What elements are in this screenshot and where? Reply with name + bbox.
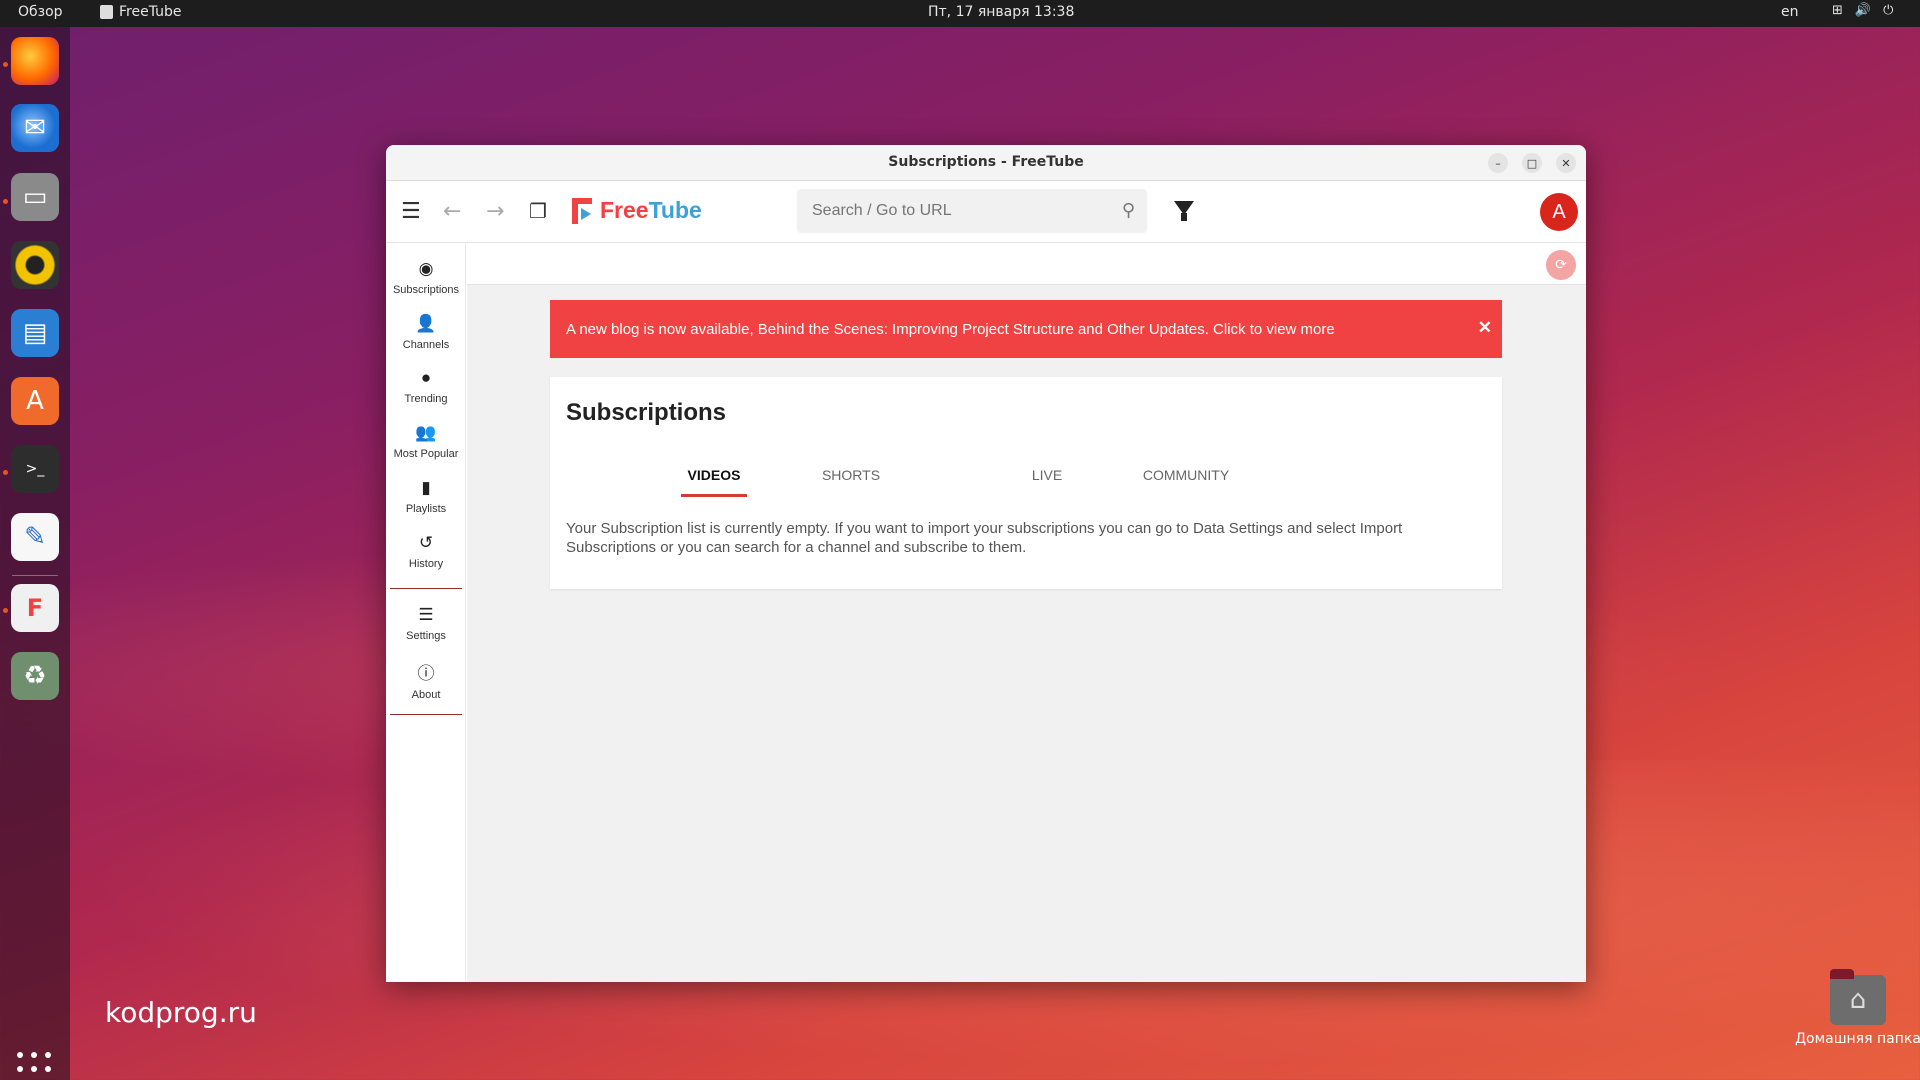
maximize-icon[interactable]: □	[1522, 153, 1542, 173]
text-editor-icon[interactable]: ✎	[11, 513, 59, 561]
sidebar-item-history[interactable]: ↺ History	[386, 533, 466, 570]
menu-hamburger-icon[interactable]: ☰	[401, 199, 421, 224]
page-title: Subscriptions	[566, 399, 727, 426]
profile-avatar[interactable]: A	[1540, 193, 1578, 231]
firefox-icon[interactable]	[11, 37, 59, 85]
sidebar-item-channels[interactable]: 👤 Channels	[386, 314, 466, 351]
sidebar-item-label: Settings	[406, 630, 446, 642]
sidebar-item-playlists[interactable]: ▮ Playlists	[386, 478, 466, 515]
window-title: Subscriptions - FreeTube	[888, 154, 1084, 170]
new-window-icon[interactable]: ❐	[529, 199, 547, 223]
writer-icon[interactable]: ▤	[11, 309, 59, 357]
dock: ✉ ▭ ▤ A >_ ✎ F ♻	[0, 27, 70, 1080]
home-folder-icon: ⌂	[1830, 969, 1886, 1025]
sidebar-item-about[interactable]: ⓘ About	[386, 659, 466, 701]
rss-icon: ◉	[418, 259, 434, 278]
app-center-icon[interactable]: A	[11, 377, 59, 425]
logo-tube-text: Tube	[648, 197, 702, 223]
power-icon: ⏻	[1883, 3, 1894, 18]
volume-icon: 🔊	[1854, 3, 1872, 18]
terminal-icon[interactable]: >_	[11, 445, 59, 493]
minimize-icon[interactable]: –	[1488, 153, 1508, 173]
window-titlebar[interactable]: Subscriptions - FreeTube – □ ✕	[386, 145, 1586, 181]
rhythmbox-icon[interactable]	[11, 241, 59, 289]
bookmark-icon: ▮	[421, 478, 431, 497]
fire-icon: ●	[420, 368, 432, 387]
sidebar-item-label: Subscriptions	[392, 284, 460, 296]
watermark-text: kodprog.ru	[105, 996, 257, 1029]
system-top-bar: Обзор FreeTube Пт, 17 января 13:38 en ⊞ …	[0, 0, 1920, 27]
forward-arrow-icon[interactable]: →	[486, 199, 504, 224]
network-icon: ⊞	[1832, 3, 1843, 18]
logo-free-text: Free	[600, 197, 649, 223]
history-icon: ↺	[418, 533, 434, 552]
sidebar-item-most-popular[interactable]: 👥 Most Popular	[386, 423, 466, 460]
tab-shorts[interactable]: SHORTS	[813, 457, 889, 497]
sidebar-divider	[390, 588, 462, 589]
users-icon: 👥	[415, 423, 437, 442]
close-banner-icon[interactable]: ✕	[1478, 318, 1492, 338]
search-box: ⚲	[797, 189, 1147, 233]
app-header: ☰ ← → ❐ FreeTube ⚲ A	[386, 181, 1586, 243]
freetube-logo-icon	[572, 197, 594, 224]
user-check-icon: 👤	[415, 314, 437, 333]
freetube-logo[interactable]: FreeTube	[572, 197, 702, 224]
search-icon[interactable]: ⚲	[1122, 200, 1135, 221]
sidebar-item-label: About	[411, 689, 441, 701]
clock[interactable]: Пт, 17 января 13:38	[928, 4, 1074, 20]
main-content: ⟳ A new blog is now available, Behind th…	[467, 243, 1586, 982]
freetube-dock-icon[interactable]: F	[11, 584, 59, 632]
system-tray[interactable]: ⊞ 🔊 ⏻	[1832, 3, 1893, 18]
active-app-name: FreeTube	[119, 4, 182, 20]
sidebar-item-subscriptions[interactable]: ◉ Subscriptions	[386, 259, 466, 296]
active-app-menu[interactable]: FreeTube	[100, 4, 182, 20]
activities-button[interactable]: Обзор	[18, 4, 63, 20]
empty-subscriptions-message: Your Subscription list is currently empt…	[566, 520, 1403, 556]
refresh-strip: ⟳	[467, 243, 1586, 285]
sidebar-item-label: Channels	[402, 339, 450, 351]
info-icon: ⓘ	[417, 664, 435, 683]
tab-videos[interactable]: VIDEOS	[681, 457, 747, 497]
freetube-app-icon	[100, 5, 113, 19]
sidebar-item-settings[interactable]: ☰ Settings	[386, 605, 466, 642]
sidebar-item-trending[interactable]: ● Trending	[386, 368, 466, 405]
tab-live[interactable]: LIVE	[1017, 457, 1077, 497]
close-window-icon[interactable]: ✕	[1556, 153, 1576, 173]
search-input[interactable]	[797, 189, 1097, 233]
trash-icon[interactable]: ♻	[11, 652, 59, 700]
thunderbird-icon[interactable]: ✉	[11, 104, 59, 152]
subscriptions-card: Subscriptions VIDEOS SHORTS LIVE COMMUNI…	[550, 377, 1502, 589]
side-navigation: ◉ Subscriptions 👤 Channels ● Trending 👥 …	[386, 243, 466, 982]
sidebar-divider	[390, 714, 462, 715]
sidebar-item-label: Trending	[404, 393, 448, 405]
banner-text: A new blog is now available, Behind the …	[566, 320, 1335, 338]
home-folder-desktop-icon[interactable]: ⌂ Домашняя папка	[1788, 969, 1920, 1047]
files-icon[interactable]: ▭	[11, 173, 59, 221]
filter-icon[interactable]	[1174, 201, 1194, 221]
home-folder-label: Домашняя папка	[1795, 1031, 1920, 1047]
sidebar-item-label: Playlists	[405, 503, 447, 515]
blog-banner[interactable]: A new blog is now available, Behind the …	[550, 300, 1502, 358]
freetube-window: Subscriptions - FreeTube – □ ✕ ☰ ← → ❐ F…	[386, 145, 1586, 982]
refresh-icon[interactable]: ⟳	[1546, 250, 1576, 280]
tab-community[interactable]: COMMUNITY	[1126, 457, 1246, 497]
sliders-icon: ☰	[418, 605, 434, 624]
feed-tabs: VIDEOS SHORTS LIVE COMMUNITY	[550, 457, 1502, 497]
show-apps-grid-icon[interactable]	[17, 1052, 53, 1080]
back-arrow-icon[interactable]: ←	[443, 199, 461, 224]
sidebar-item-label: History	[408, 558, 444, 570]
sidebar-item-label: Most Popular	[393, 448, 459, 460]
keyboard-layout-indicator[interactable]: en	[1781, 4, 1799, 20]
